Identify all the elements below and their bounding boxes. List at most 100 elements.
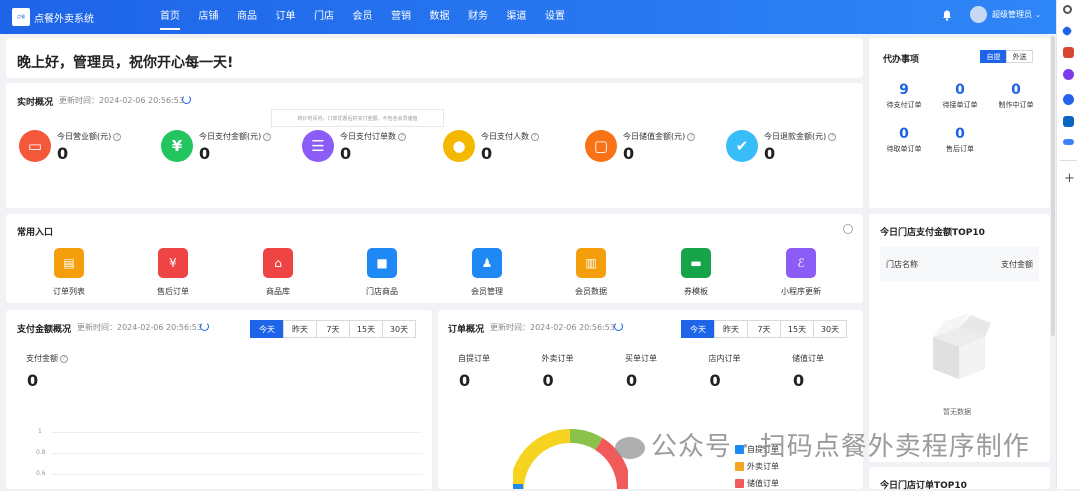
nav-item-1[interactable]: 店铺 [199,0,219,34]
order-metric-value: 0 [542,371,554,390]
range-tab[interactable]: 昨天 [283,320,317,338]
range-tab[interactable]: 今天 [250,320,284,338]
help-icon[interactable]: ? [60,354,68,363]
todo-count[interactable]: 0 [874,126,934,142]
logo-icon: 点餐 [12,8,30,26]
quick-entry-label: 会员数据 [575,287,607,296]
todo-count[interactable]: 0 [930,126,990,142]
toggle-pickup[interactable]: 自提 [980,50,1007,63]
order-metric-value: 0 [793,371,805,390]
app-title: 点餐外卖系统 [34,13,94,25]
stat-item: ¥ 今日支付金额(元)? 0 [161,128,301,168]
order-metric-label: 自提订单 [458,354,490,363]
stat-value: 0 [764,144,776,163]
stat-label: 今日储值金额(元)? [623,131,696,142]
todo-label: 制作中订单 [998,101,1034,109]
list-icon: ☰ [302,130,334,162]
user-menu[interactable]: 超级管理员 ⌄ [970,6,1041,23]
todo-card: 代办事项 自提 外送 9 待支付订单 0 待接单订单 0 制作中订单 0 待取单订单 0 售后订单 [869,38,1050,208]
quick-entry-item[interactable]: ■ 门店商品 [352,248,412,297]
nav-item-5[interactable]: 会员 [353,0,373,34]
order-metric-value: 0 [459,371,471,390]
quick-entry-label: 门店商品 [366,287,398,296]
help-icon[interactable]: ? [398,132,406,141]
pay-metric-value: 0 [27,371,39,390]
todo-count[interactable]: 0 [986,82,1046,98]
help-icon[interactable]: ? [113,132,122,141]
wallet-icon: ▢ [585,130,617,162]
quick-entry-item[interactable]: ▥ 会员数据 [561,248,621,297]
nav-item-9[interactable]: 渠道 [507,0,527,34]
help-icon[interactable]: ? [531,132,539,141]
help-icon[interactable]: ? [687,132,696,141]
quick-entry-item[interactable]: ⌂ 商品库 [248,248,308,297]
toggle-delivery[interactable]: 外送 [1006,50,1033,63]
stat-label: 今日营业额(元)? [57,131,122,142]
tooltip: 统计时间内，订单优惠后的实付金额，不包含会员储值 [271,109,444,127]
quick-entry-item[interactable]: ♟ 会员管理 [457,248,517,297]
app-logo[interactable]: 点餐 点餐外卖系统 [12,8,152,26]
stat-label: 今日支付金额(元)? [199,131,272,142]
people-icon[interactable] [1063,69,1074,80]
range-tab[interactable]: 30天 [813,320,847,338]
user-name: 超级管理员 [992,10,1032,19]
add-icon[interactable]: + [1064,171,1075,186]
nav-item-8[interactable]: 财务 [468,0,488,34]
quick-entry-card: 常用入口 ▤ 订单列表 ¥ 售后订单 ⌂ 商品库 ■ 门店商品 ♟ 会员管理 ▥ 会员数据 ▬ 券模板 ℰ 小… [6,214,863,303]
range-tab[interactable]: 7天 [747,320,781,338]
search-icon[interactable] [1063,5,1072,14]
range-tab[interactable]: 15天 [349,320,383,338]
help-icon[interactable]: ? [828,132,837,141]
range-tab[interactable]: 30天 [382,320,416,338]
scrollbar[interactable] [1051,36,1055,336]
greeting-card: 晚上好，管理员，祝你开心每一天! [6,38,863,78]
range-tab[interactable]: 今天 [681,320,715,338]
quick-entry-item[interactable]: ¥ 售后订单 [143,248,203,297]
help-icon[interactable]: ? [263,132,272,141]
table-header: 门店名称 支付金额 [880,247,1039,281]
refresh-icon[interactable] [614,322,623,331]
nav-item-7[interactable]: 数据 [430,0,450,34]
drop-icon[interactable] [1063,139,1074,145]
quick-entry-item[interactable]: ▤ 订单列表 [39,248,99,297]
gear-icon[interactable] [843,224,853,234]
top10-pay-title: 今日门店支付金额TOP10 [880,228,985,238]
nav-item-2[interactable]: 商品 [237,0,257,34]
mini-program-icon: ℰ [786,248,816,278]
top10-pay-card: 今日门店支付金额TOP10 门店名称 支付金额 暂无数据 [869,214,1050,462]
toolbox-icon[interactable] [1063,47,1074,58]
stat-value: 0 [57,144,69,163]
legend-item[interactable]: 储值订单 [735,478,779,489]
shield-icon: ✔ [726,130,758,162]
legend-label: 储值订单 [747,479,779,488]
divider [1060,160,1077,161]
bell-icon[interactable] [942,10,952,21]
nav-item-0[interactable]: 首页 [160,0,180,34]
nav-item-6[interactable]: 营销 [391,0,411,34]
top10-order-card: 今日门店订单TOP10 [869,467,1050,491]
refresh-icon[interactable] [182,95,191,104]
order-donut-chart [513,429,628,489]
stat-item: ▭ 今日营业额(元)? 0 [19,128,159,168]
todo-count[interactable]: 9 [874,82,934,98]
nav-item-4[interactable]: 门店 [314,0,334,34]
refresh-icon[interactable] [200,322,209,331]
coupon-icon: ▬ [681,248,711,278]
range-tab[interactable]: 15天 [780,320,814,338]
tag-icon[interactable] [1061,25,1073,37]
range-tab[interactable]: 昨天 [714,320,748,338]
quick-entry-item[interactable]: ▬ 券模板 [666,248,726,297]
nav-item-10[interactable]: 设置 [545,0,565,34]
order-metric-value: 0 [626,371,638,390]
copilot-icon[interactable] [1063,94,1074,105]
column-store-name: 门店名称 [886,260,918,269]
outlook-icon[interactable] [1063,116,1074,127]
order-metric-label: 外卖订单 [541,354,574,363]
quick-entry-item[interactable]: ℰ 小程序更新 [771,248,831,297]
y-tick: 0.8 [36,449,46,456]
range-tab[interactable]: 7天 [316,320,350,338]
grid-line [52,474,422,475]
todo-count[interactable]: 0 [930,82,990,98]
stat-value: 0 [623,144,635,163]
nav-item-3[interactable]: 订单 [276,0,296,34]
